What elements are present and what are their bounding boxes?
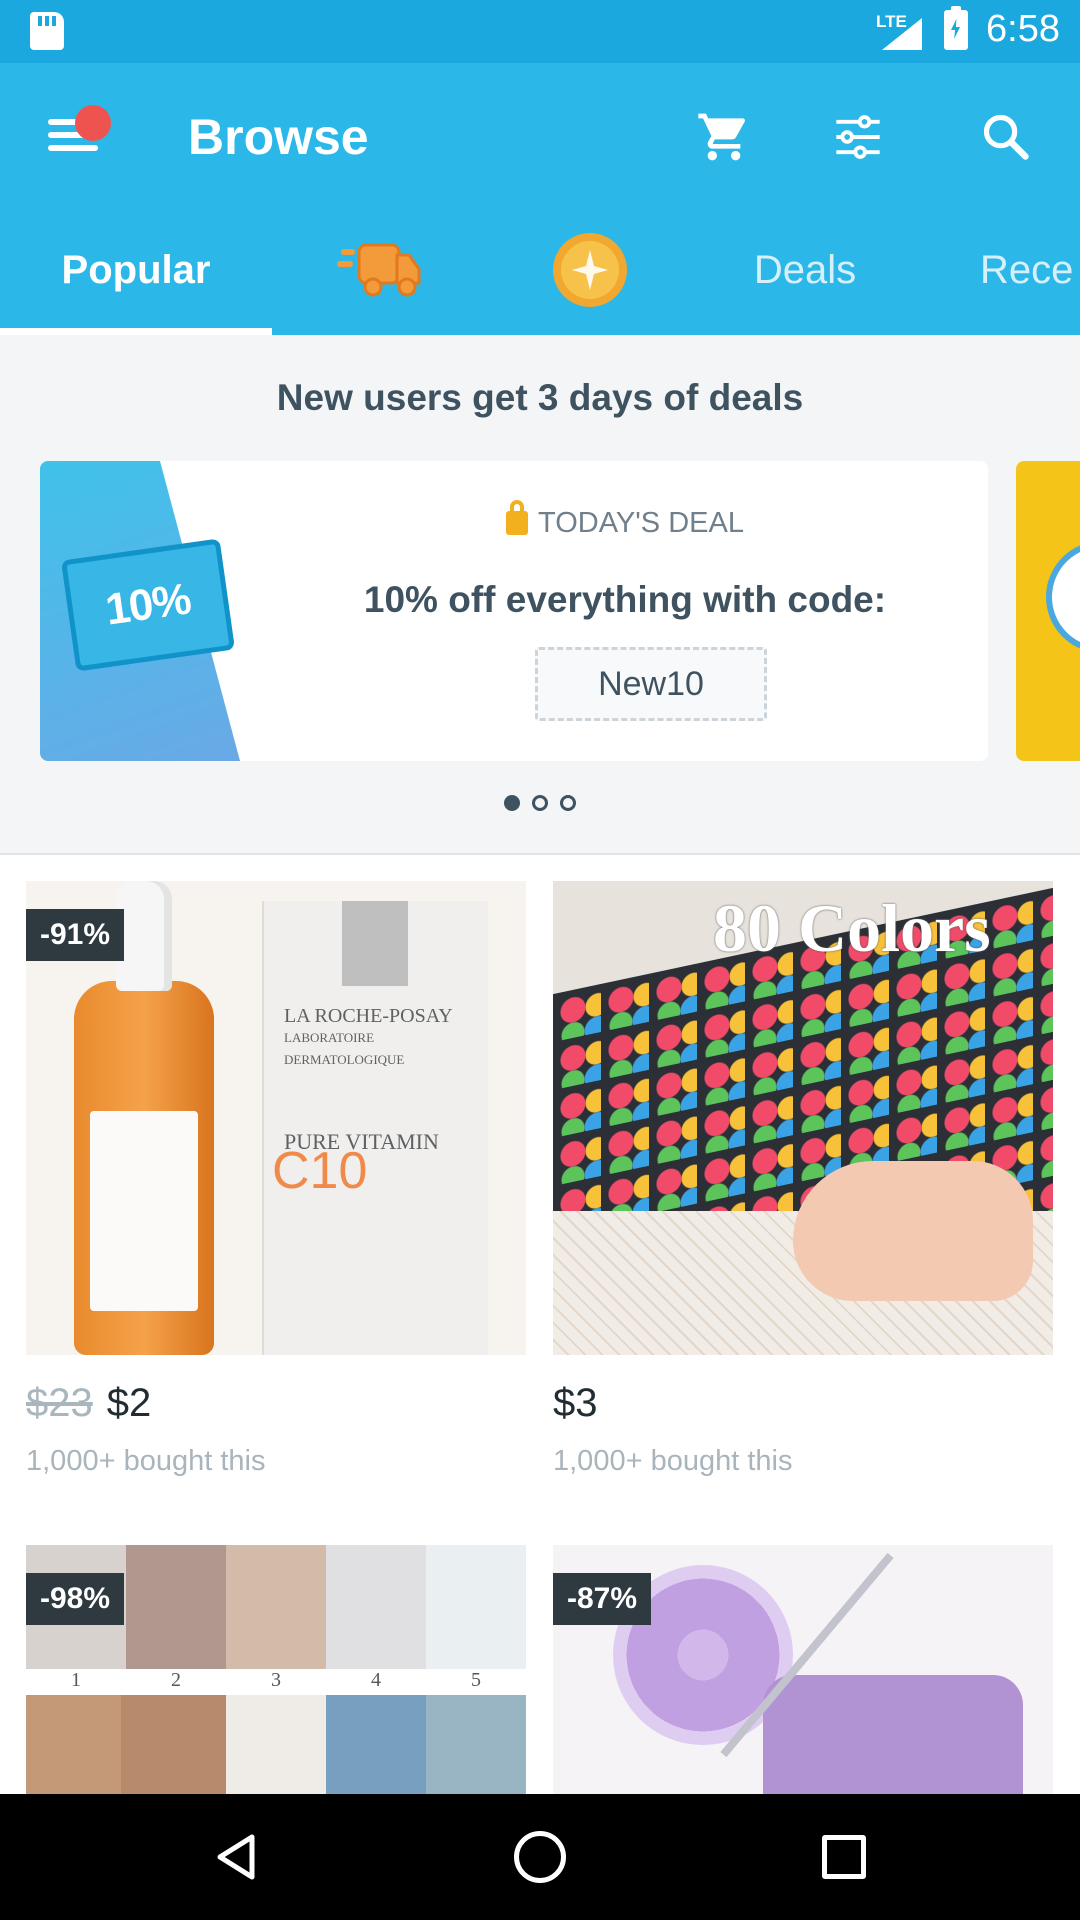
tab-popular[interactable]: Popular [0, 205, 272, 335]
product-grid: LA ROCHE-POSAY LABORATOIRE DERMATOLOGIQU… [0, 857, 1080, 1805]
serum-box-top [342, 901, 408, 986]
pager-dot[interactable] [532, 795, 548, 811]
back-button[interactable] [196, 1817, 276, 1897]
coin-icon [553, 233, 627, 307]
search-icon [983, 114, 1029, 160]
tab-recent[interactable]: Rece [980, 205, 1080, 335]
shipping-truck-icon [337, 243, 421, 297]
serum-box-image: LA ROCHE-POSAY LABORATOIRE DERMATOLOGIQU… [262, 901, 488, 1355]
menu-button[interactable] [40, 103, 111, 163]
discount-badge: -91% [26, 909, 125, 961]
backdrop-number: 2 [171, 1669, 181, 1691]
backdrop-swatches [26, 1695, 526, 1805]
coupon-icon: 10% [60, 538, 236, 672]
home-button[interactable] [500, 1817, 580, 1897]
page-title: Browse [188, 109, 369, 165]
lock-icon [506, 500, 529, 535]
serum-box-text: LA ROCHE-POSAY LABORATOIRE DERMATOLOGIQU… [284, 1005, 488, 1153]
product-card[interactable]: 1 2 3 4 5 -98% [26, 1545, 526, 1805]
clock: 6:58 [986, 8, 1060, 50]
price-row: $3 [553, 1381, 1053, 1431]
serum-cap-image [116, 881, 172, 991]
backdrop-number: 1 [71, 1669, 81, 1691]
image-caption: 80 Colors [713, 890, 991, 966]
product-image: 80 Colors [553, 881, 1053, 1355]
mop-handle-image [720, 1552, 894, 1758]
tab-recent-label: Rece [980, 247, 1074, 292]
pager-dot[interactable] [560, 795, 576, 811]
cart-button[interactable] [686, 105, 756, 169]
carousel-pager [504, 795, 576, 811]
tab-coin[interactable] [530, 205, 650, 335]
pager-dot[interactable] [504, 795, 520, 811]
product-card[interactable]: -87% [553, 1545, 1053, 1805]
recents-button[interactable] [804, 1817, 884, 1897]
tab-indicator [0, 328, 272, 335]
search-button[interactable] [970, 105, 1040, 169]
notification-dot [75, 105, 111, 141]
sd-card-icon [30, 12, 64, 50]
product-image: 1 2 3 4 5 -98% [26, 1545, 526, 1805]
old-price: $23 [26, 1381, 93, 1425]
product-card[interactable]: 80 Colors $3 1,000+ bought this [553, 881, 1053, 1478]
backdrop-number: 4 [371, 1669, 381, 1691]
serum-sub: LABORATOIRE DERMATOLOGIQUE [284, 1030, 405, 1067]
deal-info: TODAY'S DEAL 10% off everything with cod… [280, 461, 970, 761]
bought-count: 1,000+ bought this [553, 1445, 793, 1477]
deal-label-row: TODAY'S DEAL [280, 500, 970, 540]
mop-bucket-image [763, 1675, 1023, 1805]
system-nav-bar [0, 1794, 1080, 1920]
filter-icon [836, 115, 880, 159]
price: $3 [553, 1381, 598, 1425]
price: $2 [106, 1381, 152, 1425]
serum-c10: C10 [272, 1142, 368, 1200]
coupon-text: 10% [102, 574, 194, 635]
tab-deals-label: Deals [753, 247, 857, 292]
price-row: $23 $2 [26, 1381, 526, 1431]
bought-count: 1,000+ bought this [26, 1445, 266, 1477]
backdrop-numbers: 1 2 3 4 5 [26, 1669, 526, 1695]
filter-button[interactable] [822, 105, 892, 169]
discount-badge: -87% [553, 1573, 652, 1625]
promo-section: New users get 3 days of deals 10% TODAY'… [0, 335, 1080, 855]
recents-icon [822, 1835, 866, 1879]
cart-icon [698, 113, 745, 161]
promo-code[interactable]: New10 [535, 647, 767, 721]
app-bar: Browse Popular Deals Rece [0, 63, 1080, 335]
tab-popular-label: Popular [61, 247, 211, 292]
tab-bar: Popular Deals Rece [0, 205, 1080, 335]
hand-image [793, 1161, 1033, 1301]
signal-icon [882, 18, 922, 50]
deal-label: TODAY'S DEAL [538, 507, 744, 539]
backdrop-number: 3 [271, 1669, 281, 1691]
product-image: LA ROCHE-POSAY LABORATOIRE DERMATOLOGIQU… [26, 881, 526, 1355]
home-icon [514, 1831, 566, 1883]
tab-deals[interactable]: Deals [730, 205, 880, 335]
serum-label-image [90, 1111, 198, 1311]
back-icon [217, 1834, 255, 1880]
product-card[interactable]: LA ROCHE-POSAY LABORATOIRE DERMATOLOGIQU… [26, 881, 526, 1478]
product-image: -87% [553, 1545, 1053, 1805]
backdrop-number: 5 [471, 1669, 481, 1691]
deal-text: 10% off everything with code: [363, 579, 887, 620]
status-bar: LTE 6:58 [0, 0, 1080, 63]
deal-card[interactable]: 10% TODAY'S DEAL 10% off everything with… [40, 461, 988, 761]
battery-charging-icon [944, 6, 968, 50]
serum-brand: LA ROCHE-POSAY [284, 1005, 453, 1027]
next-deal-card[interactable] [1016, 461, 1080, 761]
promo-headline: New users get 3 days of deals [276, 377, 804, 418]
tab-shipping[interactable] [320, 205, 440, 335]
discount-badge: -98% [26, 1573, 125, 1625]
